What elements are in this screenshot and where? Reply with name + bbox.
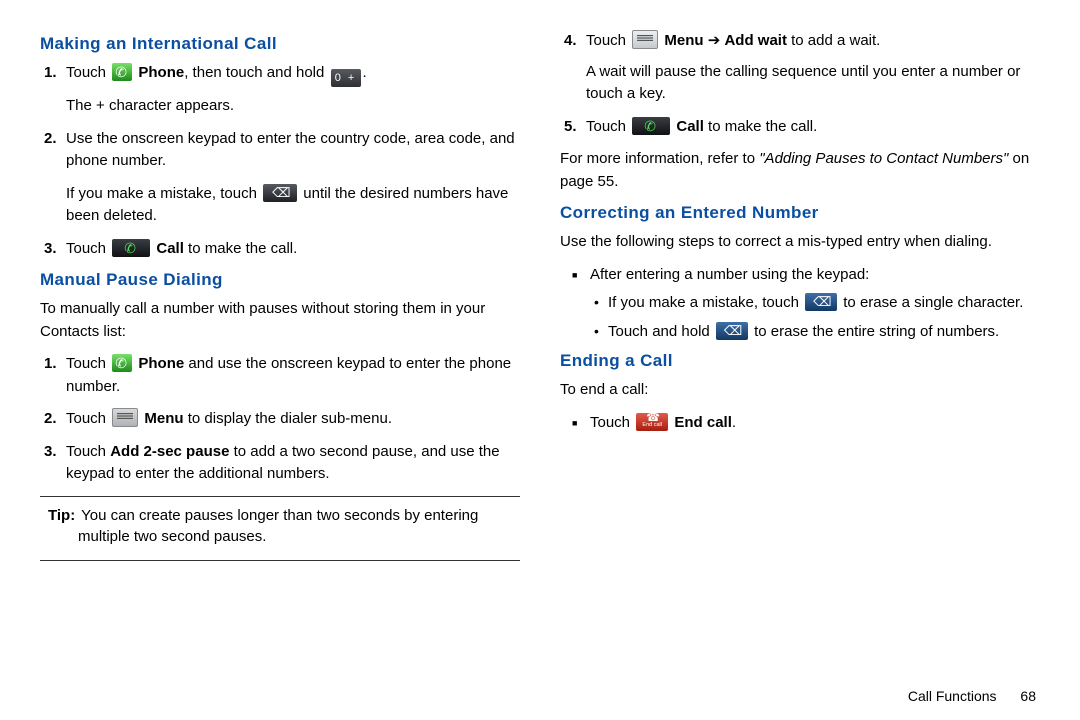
text: . bbox=[732, 414, 736, 431]
phone-icon bbox=[112, 63, 132, 81]
left-column: Making an International Call 1. Touch Ph… bbox=[40, 30, 520, 710]
text: Touch bbox=[586, 32, 630, 49]
ending-list: Touch End call. bbox=[560, 412, 1040, 435]
call-label: Call bbox=[676, 118, 704, 135]
text: Touch bbox=[586, 118, 630, 135]
arrow-icon: ➔ bbox=[704, 32, 725, 49]
text: Touch bbox=[66, 64, 110, 81]
xref-title: "Adding Pauses to Contact Numbers" bbox=[759, 150, 1008, 167]
footer-page-number: 68 bbox=[1020, 688, 1036, 704]
text: After entering a number using the keypad… bbox=[590, 266, 869, 283]
text: to erase a single character. bbox=[843, 294, 1023, 311]
text: If you make a mistake, touch bbox=[608, 294, 803, 311]
end-call-label: End call bbox=[674, 414, 732, 431]
list-item: Touch and hold to erase the entire strin… bbox=[608, 321, 1040, 344]
list-item: If you make a mistake, touch to erase a … bbox=[608, 292, 1040, 315]
text: and use the onscreen keypad to enter the… bbox=[66, 355, 511, 395]
intro-ending: To end a call: bbox=[560, 379, 1040, 402]
intro-manual-pause: To manually call a number with pauses wi… bbox=[40, 298, 520, 343]
text: , then touch and hold bbox=[184, 64, 328, 81]
text: Use the onscreen keypad to enter the cou… bbox=[66, 130, 515, 170]
backspace-icon bbox=[716, 322, 748, 340]
text: to erase the entire string of numbers. bbox=[754, 323, 999, 340]
step-5: 5. Touch Call to make the call. bbox=[586, 116, 1040, 139]
text: to make the call. bbox=[184, 240, 297, 257]
divider bbox=[40, 560, 520, 561]
step-4: 4. Touch Menu ➔ Add wait to add a wait. … bbox=[586, 30, 1040, 106]
steps-manual-pause: 1. Touch Phone and use the onscreen keyp… bbox=[40, 353, 520, 486]
menu-icon bbox=[112, 408, 138, 427]
step-2: 2. Touch Menu to display the dialer sub-… bbox=[66, 408, 520, 431]
footer: Call Functions 68 bbox=[908, 688, 1036, 704]
text: Touch bbox=[66, 240, 110, 257]
phone-icon bbox=[112, 354, 132, 372]
text: . bbox=[363, 64, 367, 81]
backspace-icon bbox=[263, 184, 297, 202]
text: If you make a mistake, touch bbox=[66, 185, 261, 202]
text: to make the call. bbox=[704, 118, 817, 135]
text: If you make a mistake, touch until the d… bbox=[66, 183, 520, 228]
text: to display the dialer sub-menu. bbox=[184, 410, 392, 427]
menu-label: Menu bbox=[664, 32, 703, 49]
heading-manual-pause: Manual Pause Dialing bbox=[40, 270, 520, 290]
add-wait-label: Add wait bbox=[724, 32, 787, 49]
phone-label: Phone bbox=[138, 64, 184, 81]
text: Touch bbox=[66, 410, 110, 427]
step-3: 3. Touch Call to make the call. bbox=[66, 238, 520, 261]
end-call-icon bbox=[636, 413, 668, 431]
list-item: After entering a number using the keypad… bbox=[590, 264, 1040, 344]
cross-reference: For more information, refer to "Adding P… bbox=[560, 148, 1040, 193]
list-item: Touch End call. bbox=[590, 412, 1040, 435]
text: Touch bbox=[66, 443, 110, 460]
backspace-icon bbox=[805, 293, 837, 311]
step-1: 1. Touch Phone and use the onscreen keyp… bbox=[66, 353, 520, 398]
text: Touch bbox=[66, 355, 110, 372]
call-icon bbox=[112, 239, 150, 257]
step-1: 1. Touch Phone, then touch and hold 0 +.… bbox=[66, 62, 520, 118]
text: to add a wait. bbox=[787, 32, 880, 49]
steps-manual-pause-cont: 4. Touch Menu ➔ Add wait to add a wait. … bbox=[560, 30, 1040, 138]
tip-label: Tip: bbox=[48, 507, 75, 524]
step-3: 3. Touch Add 2-sec pause to add a two se… bbox=[66, 441, 520, 486]
text: For more information, refer to bbox=[560, 150, 759, 167]
footer-section: Call Functions bbox=[908, 688, 997, 704]
add-2sec-pause-label: Add 2-sec pause bbox=[110, 443, 229, 460]
sub-bullets: If you make a mistake, touch to erase a … bbox=[590, 292, 1040, 343]
call-icon bbox=[632, 117, 670, 135]
heading-ending-call: Ending a Call bbox=[560, 351, 1040, 371]
text: A wait will pause the calling sequence u… bbox=[586, 61, 1040, 106]
call-label: Call bbox=[156, 240, 184, 257]
correcting-list: After entering a number using the keypad… bbox=[560, 264, 1040, 344]
tip-text: You can create pauses longer than two se… bbox=[77, 507, 478, 546]
tip-box: Tip: You can create pauses longer than t… bbox=[40, 497, 520, 555]
text: Touch bbox=[590, 414, 634, 431]
steps-international-call: 1. Touch Phone, then touch and hold 0 +.… bbox=[40, 62, 520, 260]
right-column: 4. Touch Menu ➔ Add wait to add a wait. … bbox=[560, 30, 1040, 710]
zero-plus-key-icon: 0 + bbox=[331, 69, 361, 87]
menu-label: Menu bbox=[144, 410, 183, 427]
intro-correcting: Use the following steps to correct a mis… bbox=[560, 231, 1040, 254]
text: Touch and hold bbox=[608, 323, 714, 340]
phone-label: Phone bbox=[138, 355, 184, 372]
menu-icon bbox=[632, 30, 658, 49]
text: The + character appears. bbox=[66, 95, 520, 118]
step-2: 2. Use the onscreen keypad to enter the … bbox=[66, 128, 520, 228]
heading-correcting-number: Correcting an Entered Number bbox=[560, 203, 1040, 223]
heading-international-call: Making an International Call bbox=[40, 34, 520, 54]
